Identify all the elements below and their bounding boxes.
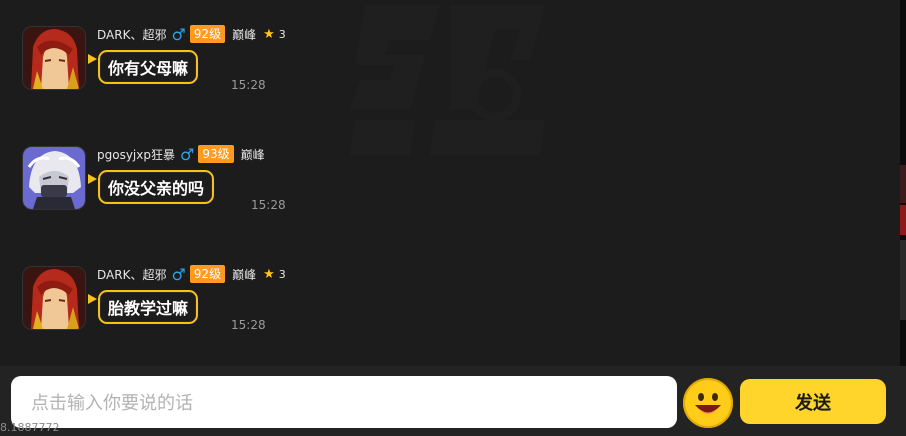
chat-input-bar: 点击输入你要说的话 发送 <box>0 366 906 436</box>
star-icon: ★ <box>263 266 275 282</box>
star-count: 3 <box>278 267 286 281</box>
smiley-face-icon <box>695 393 721 414</box>
username[interactable]: pgosyjxp狂暴 <box>97 146 175 163</box>
message-time: 15:28 <box>231 78 266 92</box>
bubble-tail <box>88 54 97 64</box>
message-bubble[interactable]: 你有父母嘛 <box>98 50 199 84</box>
message-bubble[interactable]: 胎教学过嘛 <box>98 290 199 324</box>
chat-input[interactable]: 点击输入你要说的话 <box>11 376 677 428</box>
red-hair-warrior-avatar-icon <box>23 27 85 89</box>
male-gender-icon: ♂ <box>179 144 195 164</box>
rank-label: 巅峰 <box>232 267 257 282</box>
star-icon: ★ <box>263 26 275 42</box>
game-logo-watermark <box>350 5 545 155</box>
bubble-tail <box>88 174 97 184</box>
level-badge: 92级 <box>189 25 226 43</box>
message-time: 15:28 <box>231 318 266 332</box>
avatar[interactable] <box>22 146 86 210</box>
send-button[interactable]: 发送 <box>740 379 886 424</box>
star-count: 3 <box>278 27 286 41</box>
message-meta: pgosyjxp狂暴 ♂ 93级 巅峰 <box>97 144 265 164</box>
male-gender-icon: ♂ <box>171 24 186 44</box>
avatar[interactable] <box>22 26 86 90</box>
bubble-tail <box>88 294 97 304</box>
white-hair-masked-avatar-icon <box>23 147 85 209</box>
version-text: 8.1887772 <box>0 421 60 434</box>
message-meta: DARK、超邪 ♂ 92级 巅峰 ★ 3 <box>97 24 286 44</box>
username[interactable]: DARK、超邪 <box>97 266 166 283</box>
username[interactable]: DARK、超邪 <box>97 26 166 43</box>
level-badge: 93级 <box>198 145 234 163</box>
background-game-strip <box>900 0 906 366</box>
avatar[interactable] <box>22 266 86 330</box>
chat-panel[interactable]: DARK、超邪 ♂ 92级 巅峰 ★ 3 你有父母嘛 15:28 pgosyjx… <box>0 0 900 366</box>
message-bubble[interactable]: 你没父亲的吗 <box>98 170 215 204</box>
rank-label: 巅峰 <box>232 27 257 42</box>
message-time: 15:28 <box>251 198 286 212</box>
male-gender-icon: ♂ <box>171 264 186 284</box>
rank-label: 巅峰 <box>240 147 265 162</box>
level-badge: 92级 <box>189 265 226 283</box>
emoji-button[interactable] <box>683 378 733 428</box>
red-hair-warrior-avatar-icon <box>23 267 85 329</box>
message-meta: DARK、超邪 ♂ 92级 巅峰 ★ 3 <box>97 264 286 284</box>
